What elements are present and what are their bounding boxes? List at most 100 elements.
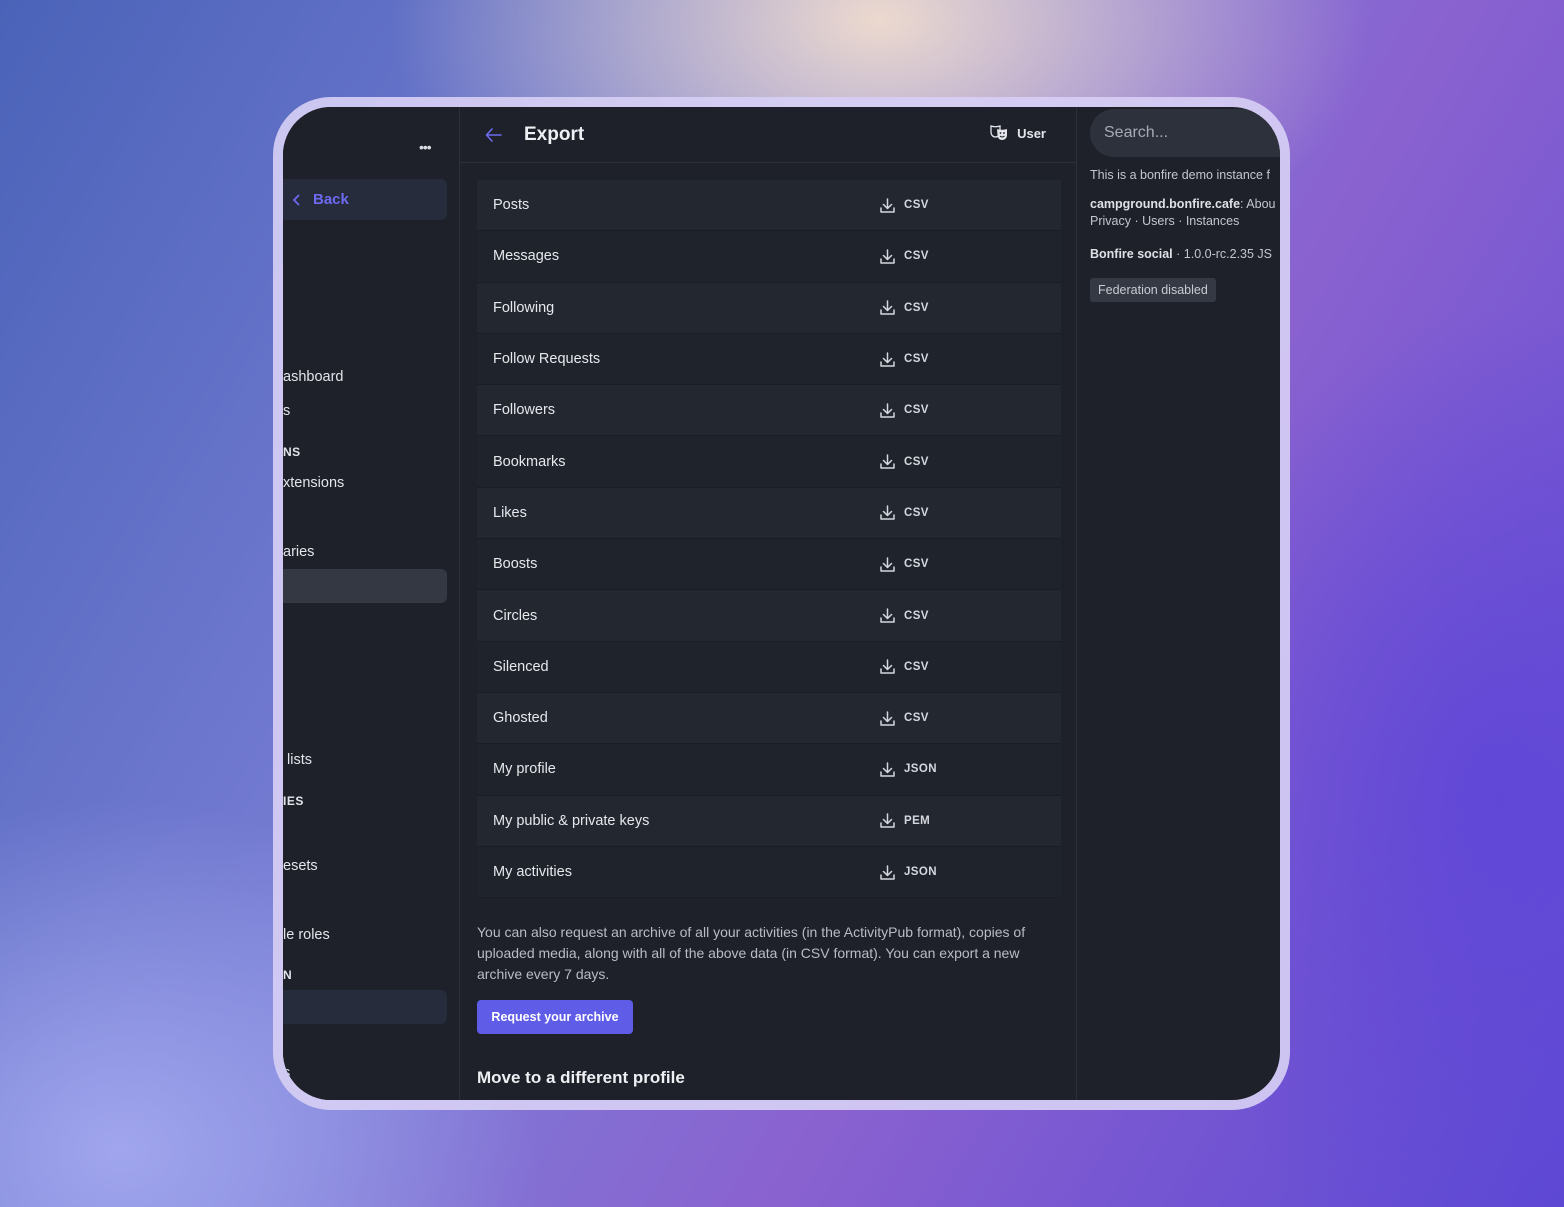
sidebar-item-active[interactable] [283, 569, 447, 603]
export-row: Messages CSV [477, 231, 1061, 283]
export-download-button[interactable]: CSV [879, 231, 929, 281]
export-download-button[interactable]: CSV [879, 283, 929, 333]
export-format: CSV [904, 250, 929, 263]
back-label: Back [313, 191, 349, 208]
export-download-button[interactable]: CSV [879, 590, 929, 640]
sidebar-item-extensions[interactable]: xtensions [283, 475, 344, 491]
download-icon [880, 813, 895, 828]
export-row: Follow Requests CSV [477, 333, 1061, 386]
export-row: Likes CSV [477, 487, 1061, 540]
footer-links[interactable]: Privacy · Users · Instances [1090, 214, 1239, 228]
export-format: CSV [904, 199, 929, 212]
app-name[interactable]: Bonfire social [1090, 247, 1173, 261]
download-icon [880, 403, 895, 418]
export-download-button[interactable]: CSV [879, 693, 929, 743]
instance-name-link[interactable]: campground.bonfire.cafe [1090, 197, 1240, 211]
sidebar-item-libraries[interactable]: aries [283, 544, 314, 560]
sidebar-item-dashboard[interactable]: ashboard [283, 369, 343, 385]
export-format: CSV [904, 353, 929, 366]
arrow-left-icon[interactable] [484, 125, 504, 145]
export-download-button[interactable]: CSV [879, 334, 929, 384]
download-icon [880, 505, 895, 521]
chevron-left-icon [292, 193, 300, 206]
download-icon [880, 197, 895, 213]
top-bar: Export User [460, 107, 1076, 163]
export-download-button[interactable]: CSV [879, 180, 929, 230]
export-row: My public & private keys PEM [477, 795, 1061, 847]
export-row-label: Messages [493, 248, 560, 265]
page-title: Export [524, 123, 585, 145]
sidebar-item-roles[interactable]: le roles [283, 927, 330, 943]
export-row-label: My activities [493, 864, 572, 880]
theater-masks-icon [990, 125, 1008, 140]
request-archive-button[interactable]: Request your archive [477, 1000, 633, 1034]
download-icon [880, 249, 895, 264]
search-input[interactable]: Search... [1090, 109, 1280, 157]
export-format: CSV [904, 660, 929, 673]
main-content: Export User Posts CSV Messages CSV Following… [460, 107, 1077, 1100]
export-download-button[interactable]: PEM [879, 796, 930, 846]
about-link[interactable]: : Abou [1240, 197, 1275, 211]
archive-note: You can also request an archive of all y… [477, 924, 1026, 982]
version-text: · 1.0.0-rc.2.35 JS [1172, 247, 1273, 261]
device-frame: ••• Back ashboard s NS xtensions aries l… [273, 97, 1290, 1110]
export-row-label: Bookmarks [493, 453, 566, 470]
download-icon [880, 762, 895, 777]
export-download-button[interactable]: CSV [879, 385, 929, 435]
federation-badge: Federation disabled [1090, 278, 1216, 302]
export-format: PEM [904, 814, 931, 827]
export-format: CSV [904, 558, 929, 571]
export-row-label: Likes [493, 504, 527, 521]
download-icon [880, 710, 895, 726]
export-row: Following CSV [477, 282, 1061, 334]
sidebar-item-2[interactable]: s [283, 403, 290, 419]
export-row-label: Followers [493, 402, 556, 419]
sidebar-item-presets[interactable]: esets [283, 858, 318, 874]
export-format: CSV [904, 712, 929, 725]
export-format: CSV [904, 455, 929, 468]
sidebar-section-heading: NS [283, 445, 301, 459]
export-download-button[interactable]: CSV [879, 642, 929, 692]
export-row-label: Following [493, 299, 555, 316]
export-format: JSON [904, 763, 937, 776]
right-panel: Search... This is a bonfire demo instanc… [1077, 107, 1280, 1100]
move-profile-heading: Move to a different profile [477, 1068, 685, 1087]
export-row-label: Boosts [493, 556, 538, 573]
user-label: User [1017, 125, 1046, 141]
export-row-label: Ghosted [493, 710, 548, 727]
download-icon [880, 659, 895, 675]
user-role-badge[interactable]: User [989, 123, 1046, 143]
export-row-label: My public & private keys [493, 812, 650, 829]
export-row: Posts CSV [477, 180, 1061, 232]
export-row: Ghosted CSV [477, 692, 1061, 745]
export-download-button[interactable]: CSV [879, 539, 929, 589]
export-row: Boosts CSV [477, 539, 1061, 591]
export-row: My profile JSON [477, 744, 1061, 796]
app-screen: ••• Back ashboard s NS xtensions aries l… [283, 107, 1280, 1100]
sidebar-item-lists[interactable]: lists [287, 752, 312, 768]
instance-info: campground.bonfire.cafe: Abou [1090, 197, 1275, 211]
app-version: Bonfire social · 1.0.0-rc.2.35 JS [1090, 247, 1272, 261]
export-row-label: Silenced [493, 658, 549, 675]
sidebar-back-button[interactable]: Back [283, 179, 447, 220]
sidebar-section-heading: N [283, 968, 293, 982]
export-row-label: Follow Requests [493, 351, 601, 368]
export-download-button[interactable]: CSV [879, 436, 929, 486]
export-row-label: Posts [493, 197, 530, 214]
download-icon [880, 454, 895, 469]
download-icon [880, 300, 895, 315]
export-row: Followers CSV [477, 385, 1061, 437]
export-download-button[interactable]: JSON [879, 847, 937, 897]
export-format: JSON [904, 866, 937, 878]
export-row-label: My profile [493, 761, 556, 778]
export-row: Circles CSV [477, 590, 1061, 642]
sidebar-section-heading: IES [283, 794, 304, 808]
more-options-icon[interactable]: ••• [419, 139, 432, 155]
export-download-button[interactable]: CSV [879, 488, 929, 538]
sidebar-item-current[interactable] [283, 990, 447, 1024]
export-format: CSV [904, 301, 929, 314]
sidebar-item-last[interactable]: s [283, 1065, 290, 1081]
demo-notice: This is a bonfire demo instance f [1090, 168, 1270, 182]
sidebar: ••• Back ashboard s NS xtensions aries l… [283, 107, 460, 1100]
export-download-button[interactable]: JSON [879, 744, 937, 794]
